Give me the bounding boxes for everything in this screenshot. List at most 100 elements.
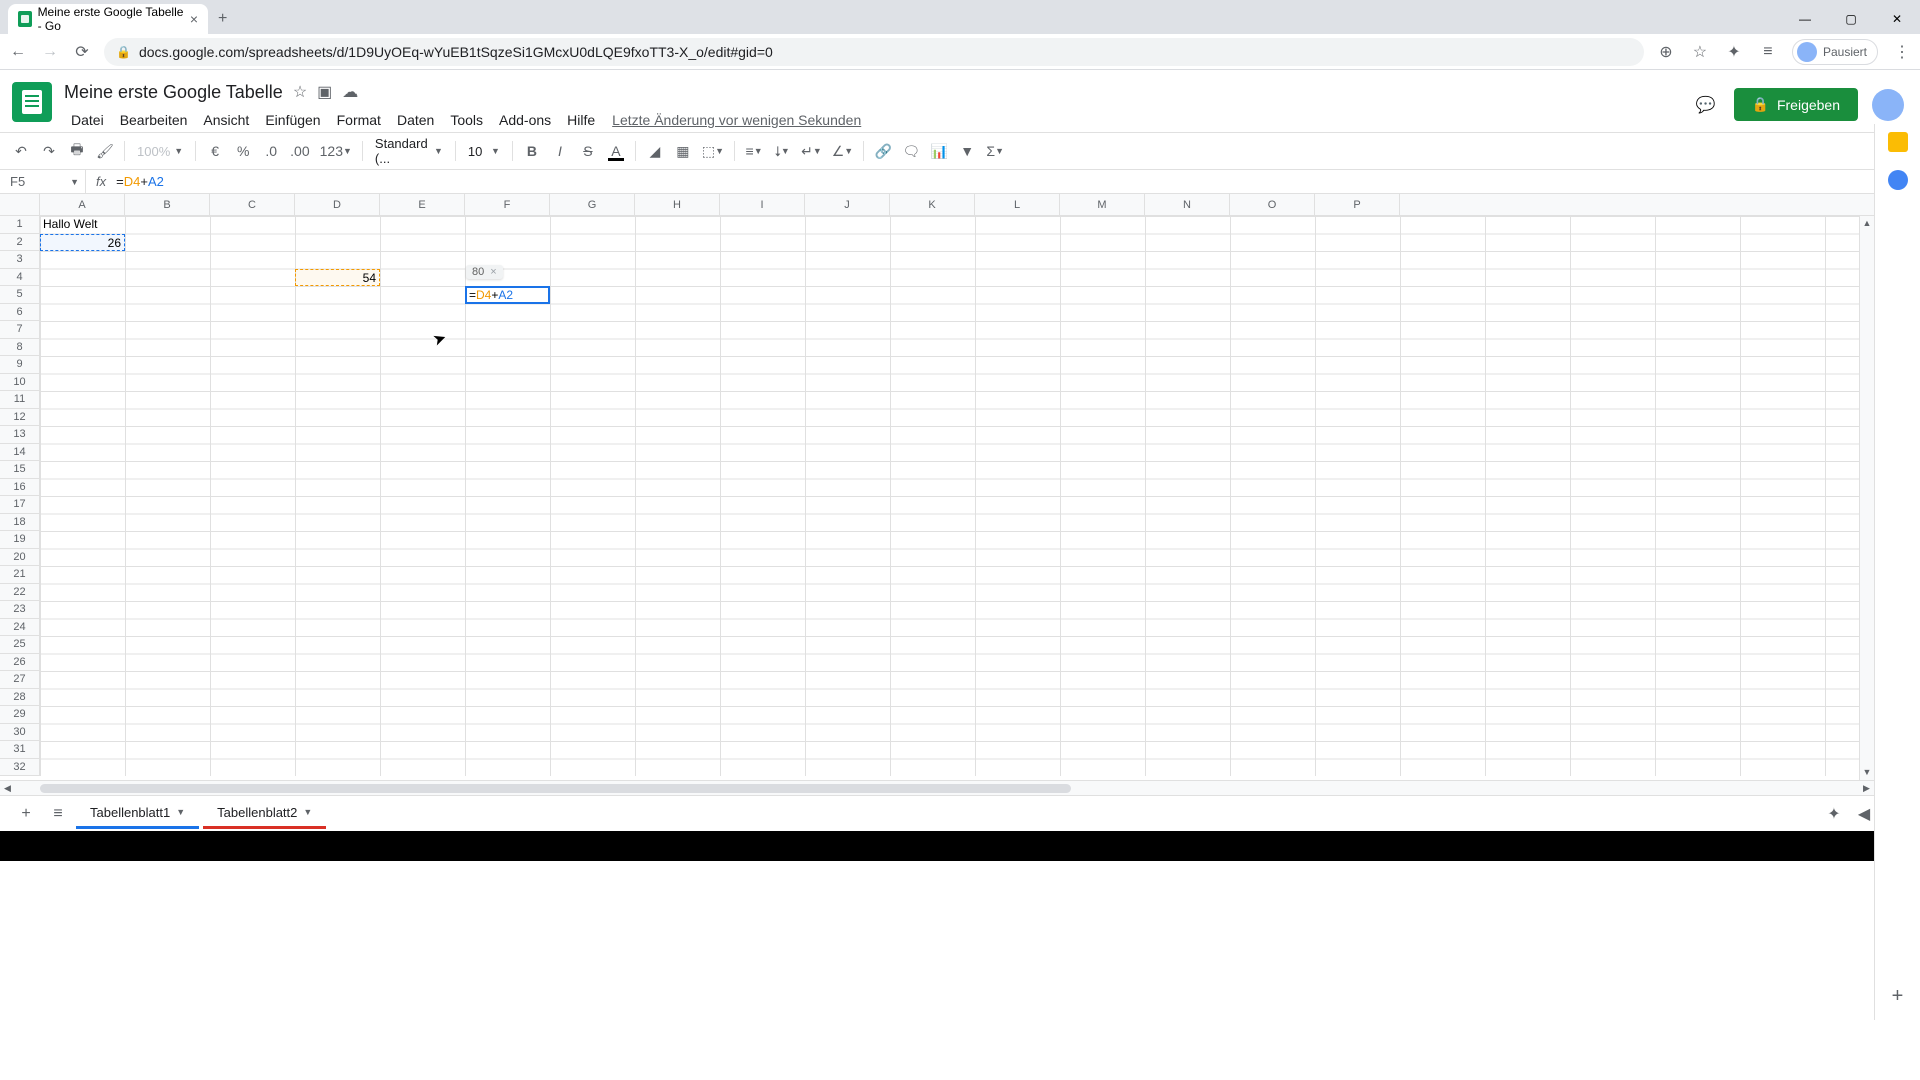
row-header[interactable]: 2: [0, 234, 39, 252]
undo-button[interactable]: ↶: [8, 138, 34, 164]
row-header[interactable]: 20: [0, 549, 39, 567]
maximize-button[interactable]: ▢: [1828, 4, 1874, 34]
link-button[interactable]: 🔗: [870, 138, 896, 164]
menu-insert[interactable]: Einfügen: [258, 108, 327, 132]
col-header[interactable]: P: [1315, 194, 1400, 215]
close-window-button[interactable]: ✕: [1874, 4, 1920, 34]
col-header[interactable]: I: [720, 194, 805, 215]
row-header[interactable]: 4: [0, 269, 39, 287]
star-icon[interactable]: ☆: [293, 82, 307, 102]
row-header[interactable]: 1: [0, 216, 39, 234]
reading-list-icon[interactable]: ≡: [1758, 42, 1778, 62]
back-button[interactable]: ←: [8, 42, 28, 62]
browser-menu-icon[interactable]: ⋮: [1892, 42, 1912, 62]
document-title[interactable]: Meine erste Google Tabelle: [64, 82, 283, 103]
row-header[interactable]: 13: [0, 426, 39, 444]
col-header[interactable]: G: [550, 194, 635, 215]
currency-button[interactable]: €: [202, 138, 228, 164]
reload-button[interactable]: ⟳: [72, 42, 92, 62]
col-header[interactable]: B: [125, 194, 210, 215]
all-sheets-button[interactable]: ≡: [44, 800, 72, 828]
forward-button[interactable]: →: [40, 42, 60, 62]
explore-button[interactable]: ✦: [1820, 800, 1848, 828]
new-tab-button[interactable]: +: [208, 4, 237, 34]
col-header[interactable]: E: [380, 194, 465, 215]
row-header[interactable]: 16: [0, 479, 39, 497]
add-sheet-button[interactable]: +: [12, 800, 40, 828]
tasks-icon[interactable]: [1888, 170, 1908, 190]
functions-button[interactable]: Σ▼: [982, 138, 1008, 164]
wrap-button[interactable]: ↵▼: [797, 138, 826, 164]
share-button[interactable]: 🔒 Freigeben: [1734, 88, 1858, 121]
formula-input[interactable]: =D4+A2: [116, 174, 164, 190]
merge-button[interactable]: ⬚▼: [698, 138, 728, 164]
menu-format[interactable]: Format: [330, 108, 388, 132]
bookmark-icon[interactable]: ☆: [1690, 42, 1710, 62]
profile-chip[interactable]: Pausiert: [1792, 39, 1878, 65]
scroll-down-icon[interactable]: ▼: [1860, 765, 1874, 780]
menu-edit[interactable]: Bearbeiten: [113, 108, 195, 132]
row-header[interactable]: 27: [0, 671, 39, 689]
zoom-icon[interactable]: ⊕: [1656, 42, 1676, 62]
row-header[interactable]: 9: [0, 356, 39, 374]
borders-button[interactable]: ▦: [670, 138, 696, 164]
menu-view[interactable]: Ansicht: [196, 108, 256, 132]
row-header[interactable]: 19: [0, 531, 39, 549]
sheets-logo-icon[interactable]: [12, 82, 52, 122]
row-header[interactable]: 32: [0, 759, 39, 777]
move-icon[interactable]: ▣: [317, 82, 332, 102]
row-header[interactable]: 21: [0, 566, 39, 584]
row-header[interactable]: 17: [0, 496, 39, 514]
row-header[interactable]: 24: [0, 619, 39, 637]
keep-icon[interactable]: [1888, 132, 1908, 152]
col-header[interactable]: L: [975, 194, 1060, 215]
cell-a2-reference-highlight[interactable]: 26: [40, 234, 125, 252]
col-header[interactable]: N: [1145, 194, 1230, 215]
extensions-icon[interactable]: ✦: [1724, 42, 1744, 62]
increase-decimal-button[interactable]: .00: [286, 138, 313, 164]
select-all-corner[interactable]: [0, 194, 40, 215]
col-header[interactable]: O: [1230, 194, 1315, 215]
row-header[interactable]: 10: [0, 374, 39, 392]
col-header[interactable]: M: [1060, 194, 1145, 215]
scroll-up-icon[interactable]: ▲: [1860, 216, 1874, 231]
row-header[interactable]: 3: [0, 251, 39, 269]
cloud-status-icon[interactable]: ☁: [342, 82, 358, 102]
font-select[interactable]: Standard (...▼: [369, 136, 449, 166]
close-tab-icon[interactable]: ×: [190, 11, 198, 27]
url-field[interactable]: 🔒 docs.google.com/spreadsheets/d/1D9UyOE…: [104, 38, 1644, 66]
percent-button[interactable]: %: [230, 138, 256, 164]
sheet-tab-menu-icon[interactable]: ▼: [176, 807, 185, 817]
row-header[interactable]: 8: [0, 339, 39, 357]
browser-tab[interactable]: Meine erste Google Tabelle - Go ×: [8, 4, 208, 34]
row-header[interactable]: 25: [0, 636, 39, 654]
row-header[interactable]: 15: [0, 461, 39, 479]
print-button[interactable]: 🖶: [64, 138, 90, 164]
col-header[interactable]: C: [210, 194, 295, 215]
row-header[interactable]: 12: [0, 409, 39, 427]
account-avatar[interactable]: [1872, 89, 1904, 121]
cell-d4-reference-highlight[interactable]: 54: [295, 269, 380, 287]
rotate-button[interactable]: ∠▼: [828, 138, 857, 164]
menu-tools[interactable]: Tools: [443, 108, 490, 132]
tooltip-close-icon[interactable]: ×: [490, 266, 496, 278]
font-size-select[interactable]: 10▼: [462, 144, 506, 159]
col-header[interactable]: A: [40, 194, 125, 215]
strikethrough-button[interactable]: S: [575, 138, 601, 164]
cell-grid[interactable]: Hallo Welt 26 54 80 × =D4+A2 ➤: [40, 216, 1874, 776]
v-align-button[interactable]: ⭣▼: [769, 138, 795, 164]
col-header[interactable]: D: [295, 194, 380, 215]
row-header[interactable]: 7: [0, 321, 39, 339]
row-header[interactable]: 31: [0, 741, 39, 759]
row-header[interactable]: 5: [0, 286, 39, 304]
scroll-thumb[interactable]: [40, 784, 1071, 793]
row-header[interactable]: 6: [0, 304, 39, 322]
last-edit-link[interactable]: Letzte Änderung vor wenigen Sekunden: [604, 108, 869, 132]
active-cell-editor[interactable]: =D4+A2: [465, 286, 550, 304]
chart-button[interactable]: 📊: [926, 138, 952, 164]
col-header[interactable]: F: [465, 194, 550, 215]
text-color-button[interactable]: A: [603, 138, 629, 164]
col-header[interactable]: K: [890, 194, 975, 215]
row-header[interactable]: 18: [0, 514, 39, 532]
row-header[interactable]: 28: [0, 689, 39, 707]
